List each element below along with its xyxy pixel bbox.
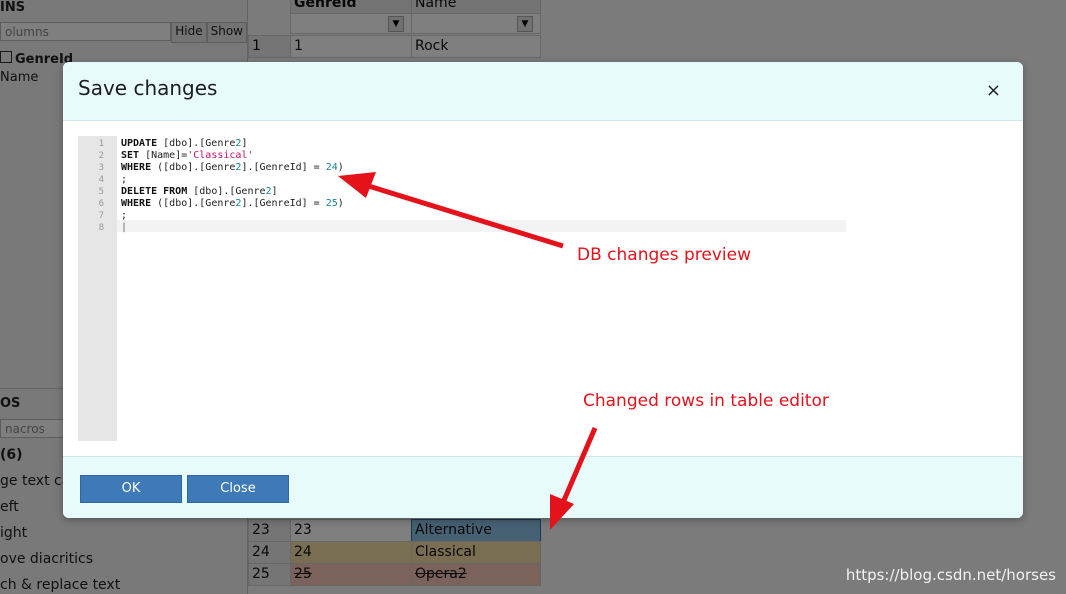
arrow-icon xyxy=(338,172,564,249)
watermark: https://blog.csdn.net/horses xyxy=(845,566,1056,584)
db-changes-preview-label: DB changes preview xyxy=(577,245,751,265)
annotation-arrows xyxy=(338,172,598,530)
changed-rows-label: Changed rows in table editor xyxy=(583,391,829,411)
arrow-icon xyxy=(550,427,598,530)
